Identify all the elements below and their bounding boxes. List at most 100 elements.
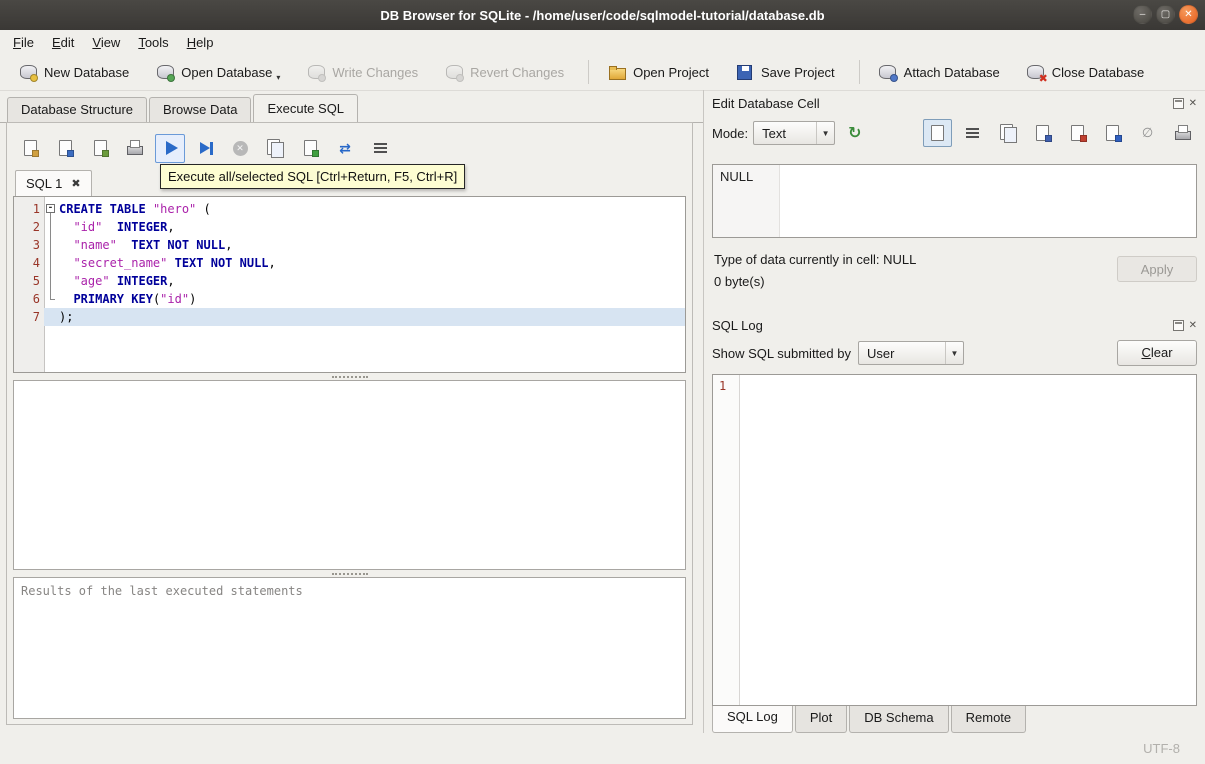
edit-cell-dock-title: Edit Database Cell ✕ <box>712 92 1197 114</box>
revert-changes-icon <box>444 62 465 82</box>
find-replace-button[interactable] <box>330 134 360 163</box>
menu-help[interactable]: Help <box>178 32 223 53</box>
attach-database-button[interactable]: Attach Database <box>868 58 1010 86</box>
log-filter-label: Show SQL submitted by <box>712 345 851 361</box>
cell-size-info: 0 byte(s) <box>714 274 765 289</box>
editor-line[interactable]: 7); <box>14 308 685 326</box>
code-text: "name" TEXT NOT NULL, <box>73 238 233 252</box>
splitter-handle[interactable] <box>13 570 686 577</box>
text-mode-button[interactable] <box>923 119 952 147</box>
editor-line[interactable]: 4 "secret_name" TEXT NOT NULL, <box>14 254 685 272</box>
main-toolbar: New Database Open Database ▾ Write Changes R… <box>0 54 1205 91</box>
tab-sql-1[interactable]: SQL 1 ✖ <box>15 170 92 196</box>
copy-button[interactable] <box>993 119 1022 147</box>
save-project-button[interactable]: Save Project <box>725 58 845 86</box>
editor-line[interactable]: 5 "age" INTEGER, <box>14 272 685 290</box>
import-data-icon <box>1068 123 1088 143</box>
tab-db-schema[interactable]: DB Schema <box>849 706 949 733</box>
clear-button[interactable]: Clear <box>1117 340 1197 366</box>
fold-column <box>44 236 59 254</box>
log-filter-select[interactable]: User ▼ <box>857 341 964 365</box>
open-project-button[interactable]: Open Project <box>597 58 719 86</box>
import-data-button[interactable] <box>1063 119 1092 147</box>
menu-file[interactable]: File <box>4 32 43 53</box>
open-sql-file-icon <box>20 138 40 158</box>
edit-cell-toolbar: Mode: Text ▼ <box>712 116 1197 150</box>
sql-editor[interactable]: 1CREATE TABLE "hero" (2 "id" INTEGER,3 "… <box>13 196 686 373</box>
dock-close-icon[interactable]: ✕ <box>1189 320 1197 331</box>
sql-toolbar <box>13 128 686 168</box>
tab-plot[interactable]: Plot <box>794 706 848 733</box>
fold-column <box>44 254 59 272</box>
tab-sql-log[interactable]: SQL Log <box>712 705 793 733</box>
execute-all-button[interactable] <box>155 133 185 163</box>
splitter-handle[interactable] <box>13 373 686 380</box>
tab-execute-sql[interactable]: Execute SQL <box>253 94 359 123</box>
tab-database-structure[interactable]: Database Structure <box>7 97 148 122</box>
duplicate-tab-button[interactable] <box>260 134 290 163</box>
fold-column <box>44 308 59 326</box>
editor-line[interactable]: 1 CREATE TABLE "hero" ( <box>14 200 685 218</box>
cell-editor[interactable]: NULL <box>712 164 1197 238</box>
execute-line-button[interactable] <box>190 134 220 163</box>
close-database-button[interactable]: Close Database <box>1016 58 1155 86</box>
menu-tools[interactable]: Tools <box>129 32 177 53</box>
export-data-icon <box>1103 123 1123 143</box>
line-number: 4 <box>32 256 40 270</box>
auto-switch-mode-button[interactable] <box>840 119 869 147</box>
import-sql-button[interactable] <box>295 134 325 163</box>
save-sql-file-button[interactable] <box>50 134 80 163</box>
editor-line[interactable]: 2 "id" INTEGER, <box>14 218 685 236</box>
print-button[interactable] <box>120 134 150 163</box>
print-cell-icon <box>1173 123 1193 143</box>
new-database-button[interactable]: New Database <box>8 58 139 86</box>
minimize-button[interactable]: – <box>1133 5 1152 24</box>
word-wrap-button[interactable] <box>958 119 987 147</box>
export-data-button[interactable] <box>1098 119 1127 147</box>
sql-log-filter-row: Show SQL submitted by User ▼ Clear <box>712 336 1197 370</box>
revert-changes-button: Revert Changes <box>434 58 574 86</box>
paste-button[interactable] <box>1028 119 1057 147</box>
new-database-icon <box>18 62 38 82</box>
dock-close-icon[interactable]: ✕ <box>1189 98 1197 109</box>
fold-marker-icon[interactable] <box>44 200 59 218</box>
apply-button: Apply <box>1117 256 1197 282</box>
execute-all-icon <box>160 138 180 158</box>
open-sql-file-button[interactable] <box>15 134 45 163</box>
dock-float-icon[interactable] <box>1172 97 1184 109</box>
sql-log-view[interactable]: 1 <box>712 374 1197 706</box>
main-tabs: Database Structure Browse Data Execute SQL <box>0 90 703 123</box>
find-replace-icon <box>335 138 355 158</box>
fold-column <box>44 218 59 236</box>
dropdown-arrow-icon[interactable]: ▾ <box>276 73 280 82</box>
menu-edit[interactable]: Edit <box>43 32 83 53</box>
attach-database-icon <box>878 62 898 82</box>
menu-view[interactable]: View <box>83 32 129 53</box>
print-cell-button[interactable] <box>1168 119 1197 147</box>
editor-line[interactable]: 6 PRIMARY KEY("id") <box>14 290 685 308</box>
format-sql-button[interactable] <box>365 134 395 163</box>
toolbar-separator <box>588 60 590 84</box>
close-button[interactable]: ✕ <box>1179 5 1198 24</box>
word-wrap-icon <box>963 123 983 143</box>
close-database-label: Close Database <box>1051 64 1145 80</box>
dock-float-icon[interactable] <box>1172 319 1184 331</box>
line-number: 7 <box>32 310 40 324</box>
maximize-button[interactable]: ▢ <box>1156 5 1175 24</box>
tab-browse-data[interactable]: Browse Data <box>149 97 252 122</box>
format-sql-icon <box>370 138 390 158</box>
set-null-button[interactable] <box>1133 119 1162 147</box>
status-bar: UTF-8 <box>0 733 1205 764</box>
open-database-button[interactable]: Open Database ▾ <box>145 58 290 86</box>
save-sql-as-button[interactable] <box>85 134 115 163</box>
line-number: 6 <box>32 292 40 306</box>
tab-remote[interactable]: Remote <box>950 706 1027 733</box>
paste-icon <box>1033 123 1053 143</box>
editor-line[interactable]: 3 "name" TEXT NOT NULL, <box>14 236 685 254</box>
close-tab-icon[interactable]: ✖ <box>71 177 80 190</box>
open-project-label: Open Project <box>633 64 709 80</box>
mode-select[interactable]: Text ▼ <box>753 121 836 145</box>
execute-sql-page: SQL 1 ✖ 1 CREATE TABLE "hero" (2 "id" INT… <box>6 122 693 725</box>
text-mode-icon <box>928 123 948 143</box>
code-text: PRIMARY KEY("id") <box>73 292 197 306</box>
